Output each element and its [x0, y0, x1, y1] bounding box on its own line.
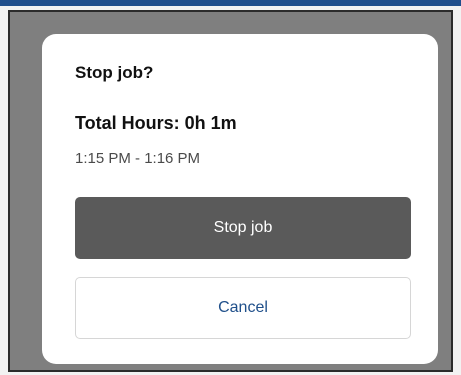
stop-job-dialog: Stop job? Total Hours: 0h 1m 1:15 PM - 1…	[42, 34, 438, 364]
dialog-title: Stop job?	[75, 63, 154, 82]
stop-job-button[interactable]: Stop job	[75, 197, 411, 259]
top-accent-bar	[0, 0, 461, 6]
screenshot-frame: Stop job? Total Hours: 0h 1m 1:15 PM - 1…	[0, 0, 461, 375]
time-range-label: 1:15 PM - 1:16 PM	[75, 150, 201, 167]
cancel-button[interactable]: Cancel	[75, 277, 411, 339]
total-hours-label: Total Hours: 0h 1m	[75, 113, 237, 133]
